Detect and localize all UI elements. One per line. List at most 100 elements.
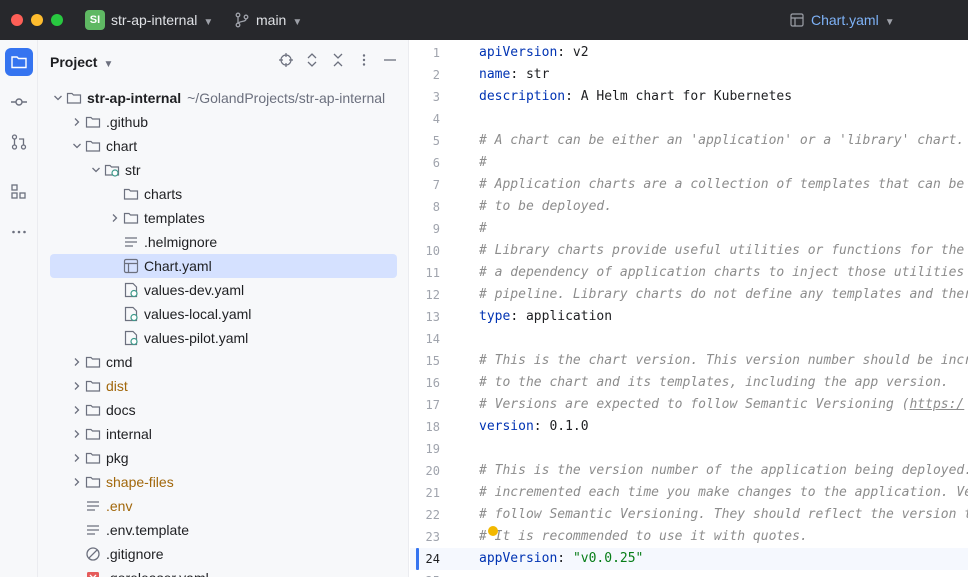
chevron-down-icon[interactable] <box>69 138 85 154</box>
code-line[interactable]: 13 type: application <box>410 306 968 328</box>
chevron-right-icon[interactable] <box>69 114 85 130</box>
window-maximize-button[interactable] <box>51 14 63 26</box>
code-line[interactable]: 20 # This is the version number of the ap… <box>410 460 968 482</box>
chevron-down-icon[interactable] <box>50 90 66 106</box>
yaml-comment: # It is recommended to use it with quote… <box>479 529 808 544</box>
tree-row[interactable]: dist <box>50 374 397 398</box>
tree-row[interactable]: internal <box>50 422 397 446</box>
tree-row[interactable]: charts <box>50 182 397 206</box>
chevron-right-icon[interactable] <box>69 450 85 466</box>
tree-row[interactable]: cmd <box>50 350 397 374</box>
text-file-icon <box>85 522 101 538</box>
project-view-selector[interactable]: Project ▼ <box>50 54 113 70</box>
collapse-all-icon[interactable] <box>330 52 346 68</box>
chevron-right-icon[interactable] <box>107 210 123 226</box>
hide-panel-icon[interactable] <box>382 52 398 68</box>
chevron-right-icon[interactable] <box>69 354 85 370</box>
code-line[interactable]: 5 # A chart can be either an 'application… <box>410 130 968 152</box>
project-tool-button[interactable] <box>5 48 33 76</box>
chevron-right-icon[interactable] <box>69 474 85 490</box>
tree-item-label: charts <box>144 186 183 202</box>
code-line[interactable]: 18 version: 0.1.0 <box>410 416 968 438</box>
code-line[interactable]: 9 # <box>410 218 968 240</box>
chevron-down-icon[interactable] <box>88 162 104 178</box>
tree-item-label: .goreleaser.yaml <box>106 570 209 577</box>
code-line[interactable]: 3 description: A Helm chart for Kubernete… <box>410 86 968 108</box>
structure-tool-button[interactable] <box>5 178 33 206</box>
window-minimize-button[interactable] <box>31 14 43 26</box>
tree-item-label: Chart.yaml <box>144 258 212 274</box>
line-number: 13 <box>425 310 440 324</box>
tree-row[interactable]: .github <box>50 110 397 134</box>
code-line[interactable]: 8 # to be deployed. <box>410 196 968 218</box>
tree-row[interactable]: values-pilot.yaml <box>50 326 397 350</box>
line-number: 1 <box>432 46 440 60</box>
project-selector[interactable]: str-ap-internal ▼ <box>111 12 213 28</box>
tree-row[interactable]: values-dev.yaml <box>50 278 397 302</box>
commit-tool-button[interactable] <box>5 88 33 116</box>
yaml-key: description <box>479 89 566 104</box>
current-code-line[interactable]: 24 appVersion: "v0.0.25" <box>410 548 968 570</box>
code-line[interactable]: 16 # to the chart and its templates, incl… <box>410 372 968 394</box>
tree-item-label: values-pilot.yaml <box>144 330 249 346</box>
locate-file-icon[interactable] <box>278 52 294 68</box>
chevron-right-icon[interactable] <box>69 426 85 442</box>
code-text: # follow Semantic Versioning. They shoul… <box>479 504 968 526</box>
comment-link[interactable]: https:/ <box>909 397 964 412</box>
code-line[interactable]: 11 # a dependency of application charts t… <box>410 262 968 284</box>
tree-row[interactable]: values-local.yaml <box>50 302 397 326</box>
pull-requests-tool-button[interactable] <box>5 128 33 156</box>
more-tools-button[interactable] <box>5 218 33 246</box>
chart-yaml-icon <box>790 13 804 27</box>
chevron-right-icon[interactable] <box>69 402 85 418</box>
folder-icon <box>85 426 101 442</box>
code-line[interactable]: 1 apiVersion: v2 <box>410 42 968 64</box>
line-number: 6 <box>432 156 440 170</box>
yaml-key: type <box>479 309 511 324</box>
intention-bulb-icon[interactable] <box>488 526 498 536</box>
code-line[interactable]: 2 name: str <box>410 64 968 86</box>
code-line[interactable]: 10 # Library charts provide useful utilit… <box>410 240 968 262</box>
tree-item-label: cmd <box>106 354 133 370</box>
project-name: str-ap-internal <box>111 12 198 28</box>
tree-row[interactable]: str-ap-internal ~/GolandProjects/str-ap-i… <box>50 86 397 110</box>
tree-row[interactable]: str <box>50 158 397 182</box>
code-editor[interactable]: 1 apiVersion: v2 2 name: str 3 description: A… <box>410 40 968 577</box>
expand-all-icon[interactable] <box>304 52 320 68</box>
tree-row[interactable]: .helmignore <box>50 230 397 254</box>
code-line[interactable]: 4 <box>410 108 968 130</box>
project-badge[interactable]: SI <box>85 10 105 30</box>
options-menu-icon[interactable] <box>356 52 372 68</box>
code-text: # a dependency of application charts to … <box>479 262 964 284</box>
tree-row[interactable]: .env <box>50 494 397 518</box>
code-line[interactable]: 12 # pipeline. Library charts do not defi… <box>410 284 968 306</box>
commit-icon <box>11 98 27 106</box>
chevron-right-icon[interactable] <box>69 378 85 394</box>
code-line[interactable]: 19 <box>410 438 968 460</box>
tree-row[interactable]: shape-files <box>50 470 397 494</box>
tree-row[interactable]: chart <box>50 134 397 158</box>
tree-row[interactable]: .env.template <box>50 518 397 542</box>
tree-row[interactable]: Chart.yaml <box>50 254 397 278</box>
code-text: # to be deployed. <box>479 196 612 218</box>
code-line[interactable]: 15 # This is the chart version. This vers… <box>410 350 968 372</box>
current-file-selector[interactable]: Chart.yaml ▼ <box>811 12 895 28</box>
tree-row[interactable]: pkg <box>50 446 397 470</box>
code-line[interactable]: 25 <box>410 570 968 577</box>
yaml-value: : str <box>510 67 550 82</box>
code-line[interactable]: 22 # follow Semantic Versioning. They sho… <box>410 504 968 526</box>
branch-selector[interactable]: main ▼ <box>256 12 302 28</box>
code-line[interactable]: 21 # incremented each time you make chang… <box>410 482 968 504</box>
git-branch-icon[interactable] <box>234 12 250 28</box>
tree-row[interactable]: .gitignore <box>50 542 397 566</box>
tree-row[interactable]: .goreleaser.yaml <box>50 566 397 577</box>
helm-values-icon <box>123 282 139 298</box>
tree-row[interactable]: templates <box>50 206 397 230</box>
code-line[interactable]: 6 # <box>410 152 968 174</box>
code-line[interactable]: 17 # Versions are expected to follow Sema… <box>410 394 968 416</box>
code-line[interactable]: 14 <box>410 328 968 350</box>
window-close-button[interactable] <box>11 14 23 26</box>
code-line[interactable]: 7 # Application charts are a collection o… <box>410 174 968 196</box>
tree-row[interactable]: docs <box>50 398 397 422</box>
